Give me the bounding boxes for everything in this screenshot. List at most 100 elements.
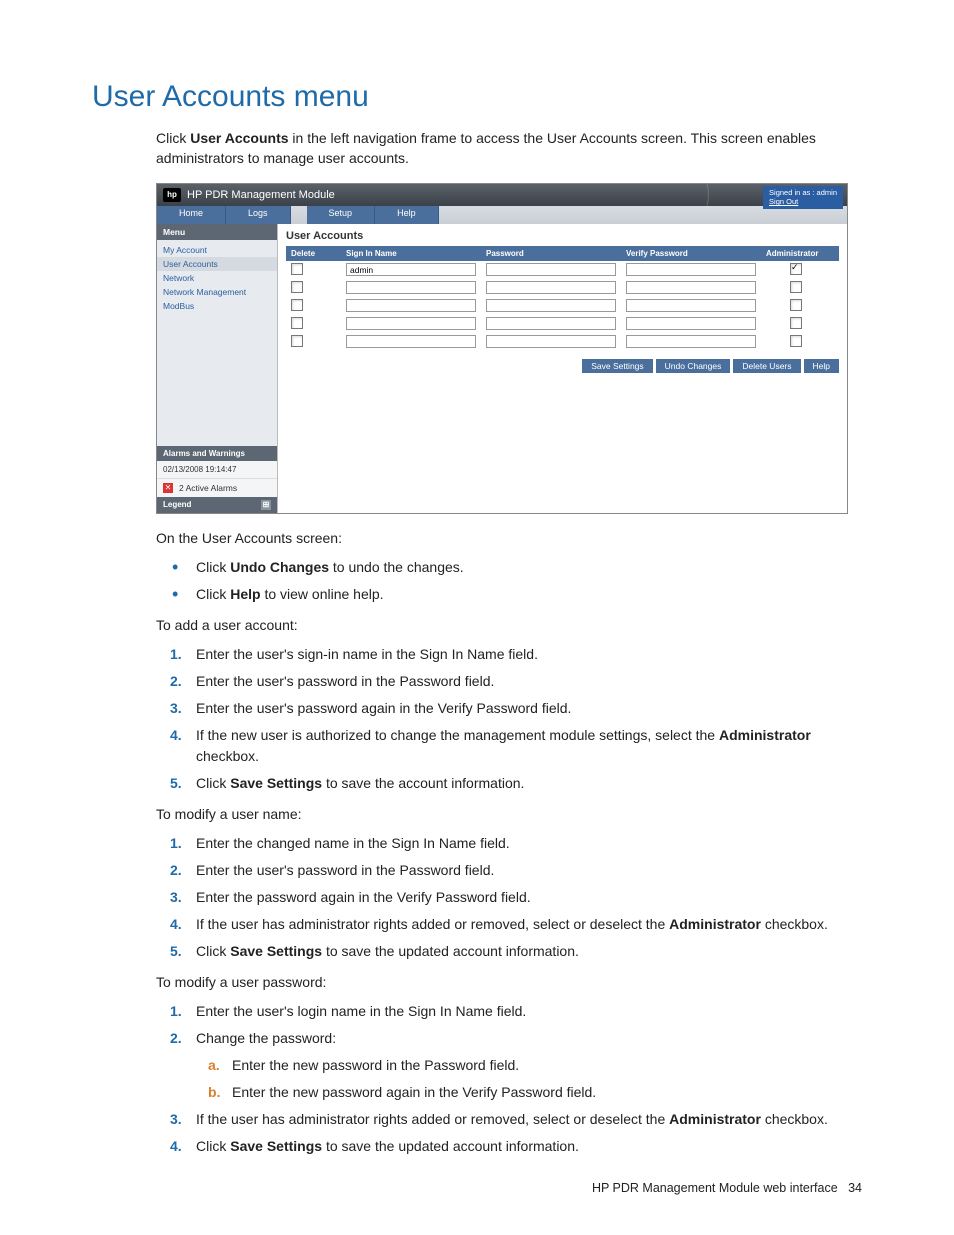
password-input[interactable] [486, 299, 616, 312]
text: Save Settings [230, 775, 322, 791]
expand-icon[interactable]: ⊞ [261, 500, 271, 510]
signed-in-box: Signed in as : admin Sign Out [763, 186, 843, 210]
list-item: Enter the changed name in the Sign In Na… [156, 833, 862, 854]
text: Click [196, 943, 230, 959]
modname-title: To modify a user name: [156, 804, 862, 825]
signin-input[interactable] [346, 263, 476, 276]
app-title: HP PDR Management Module [187, 189, 335, 201]
tab-bar: Home Logs Setup Help [157, 206, 847, 224]
intro-paragraph: Click User Accounts in the left navigati… [156, 128, 862, 169]
menu-header: Menu [157, 224, 277, 240]
list-item: Click Save Settings to save the account … [156, 773, 862, 794]
text: If the user has administrator rights add… [196, 1111, 669, 1127]
text: to view online help. [261, 586, 384, 602]
text: Administrator [669, 1111, 761, 1127]
admin-checkbox[interactable] [790, 263, 802, 275]
password-input[interactable] [486, 317, 616, 330]
password-input[interactable] [486, 281, 616, 294]
tab-setup[interactable]: Setup [307, 206, 376, 224]
admin-checkbox[interactable] [790, 281, 802, 293]
list-item: If the user has administrator rights add… [156, 1109, 862, 1130]
password-input[interactable] [486, 335, 616, 348]
hp-logo-icon: hp [163, 188, 181, 202]
legend-header[interactable]: Legend ⊞ [157, 497, 277, 513]
table-row [286, 297, 839, 315]
bullet-help: Click Help to view online help. [156, 584, 862, 605]
sidebar-item-modbus[interactable]: ModBus [157, 299, 277, 313]
help-button[interactable]: Help [804, 359, 839, 373]
delete-users-button[interactable]: Delete Users [733, 359, 800, 373]
admin-checkbox[interactable] [790, 335, 802, 347]
verify-password-input[interactable] [626, 335, 756, 348]
text: Administrator [719, 727, 811, 743]
table-row [286, 333, 839, 351]
sidebar-item-user-accounts[interactable]: User Accounts [157, 257, 277, 271]
col-admin: Administrator [761, 246, 831, 261]
intro-text-pre: Click [156, 130, 190, 146]
signin-input[interactable] [346, 299, 476, 312]
undo-changes-button[interactable]: Undo Changes [656, 359, 731, 373]
sidebar-item-network[interactable]: Network [157, 271, 277, 285]
list-item: Click Save Settings to save the updated … [156, 1136, 862, 1157]
text: Undo Changes [230, 559, 329, 575]
list-item: Enter the user's sign-in name in the Sig… [156, 644, 862, 665]
admin-checkbox[interactable] [790, 317, 802, 329]
tab-logs[interactable]: Logs [226, 206, 291, 224]
content-title: User Accounts [286, 230, 839, 242]
text: Click [196, 586, 230, 602]
password-input[interactable] [486, 263, 616, 276]
sign-out-link[interactable]: Sign Out [769, 197, 837, 207]
signin-input[interactable] [346, 281, 476, 294]
signin-input[interactable] [346, 317, 476, 330]
admin-checkbox[interactable] [790, 299, 802, 311]
save-settings-button[interactable]: Save Settings [582, 359, 652, 373]
text: Save Settings [230, 1138, 322, 1154]
active-alarms-row[interactable]: ✕ 2 Active Alarms [157, 478, 277, 497]
button-row: Save Settings Undo Changes Delete Users … [286, 359, 839, 373]
text: Click [196, 559, 230, 575]
sublist-item: Enter the new password in the Password f… [196, 1055, 862, 1076]
sublist-item: Enter the new password again in the Veri… [196, 1082, 862, 1103]
add-title: To add a user account: [156, 615, 862, 636]
alarm-icon: ✕ [163, 483, 173, 493]
table-row [286, 279, 839, 297]
table-row [286, 261, 839, 279]
delete-checkbox[interactable] [291, 299, 303, 311]
legend-label: Legend [163, 500, 191, 510]
list-item: Enter the user's login name in the Sign … [156, 1001, 862, 1022]
sidebar-item-my-account[interactable]: My Account [157, 243, 277, 257]
delete-checkbox[interactable] [291, 281, 303, 293]
tab-help[interactable]: Help [375, 206, 439, 224]
text: to undo the changes. [329, 559, 464, 575]
signin-input[interactable] [346, 335, 476, 348]
delete-checkbox[interactable] [291, 263, 303, 275]
text: to save the account information. [322, 775, 524, 791]
col-delete: Delete [286, 246, 341, 261]
content-pane: User Accounts Delete Sign In Name Passwo… [278, 224, 847, 513]
tab-home[interactable]: Home [157, 206, 226, 224]
verify-password-input[interactable] [626, 317, 756, 330]
text: to save the updated account information. [322, 1138, 579, 1154]
delete-checkbox[interactable] [291, 335, 303, 347]
text: Help [230, 586, 260, 602]
verify-password-input[interactable] [626, 299, 756, 312]
page-footer: HP PDR Management Module web interface 3… [592, 1181, 862, 1195]
list-item: Enter the user's password in the Passwor… [156, 860, 862, 881]
col-signin: Sign In Name [341, 246, 481, 261]
list-item: Change the password: Enter the new passw… [156, 1028, 862, 1103]
text: If the user has administrator rights add… [196, 916, 669, 932]
verify-password-input[interactable] [626, 281, 756, 294]
active-alarms-text: 2 Active Alarms [179, 483, 237, 493]
delete-checkbox[interactable] [291, 317, 303, 329]
on-screen-text: On the User Accounts screen: [156, 528, 862, 549]
text: Click [196, 775, 230, 791]
footer-text: HP PDR Management Module web interface [592, 1181, 838, 1195]
text: If the new user is authorized to change … [196, 727, 719, 743]
sidebar-item-network-management[interactable]: Network Management [157, 285, 277, 299]
text: Administrator [669, 916, 761, 932]
intro-bold: User Accounts [190, 130, 288, 146]
text: Click [196, 1138, 230, 1154]
verify-password-input[interactable] [626, 263, 756, 276]
app-titlebar: hp HP PDR Management Module Signed in as… [157, 184, 847, 206]
text: checkbox. [196, 748, 259, 764]
